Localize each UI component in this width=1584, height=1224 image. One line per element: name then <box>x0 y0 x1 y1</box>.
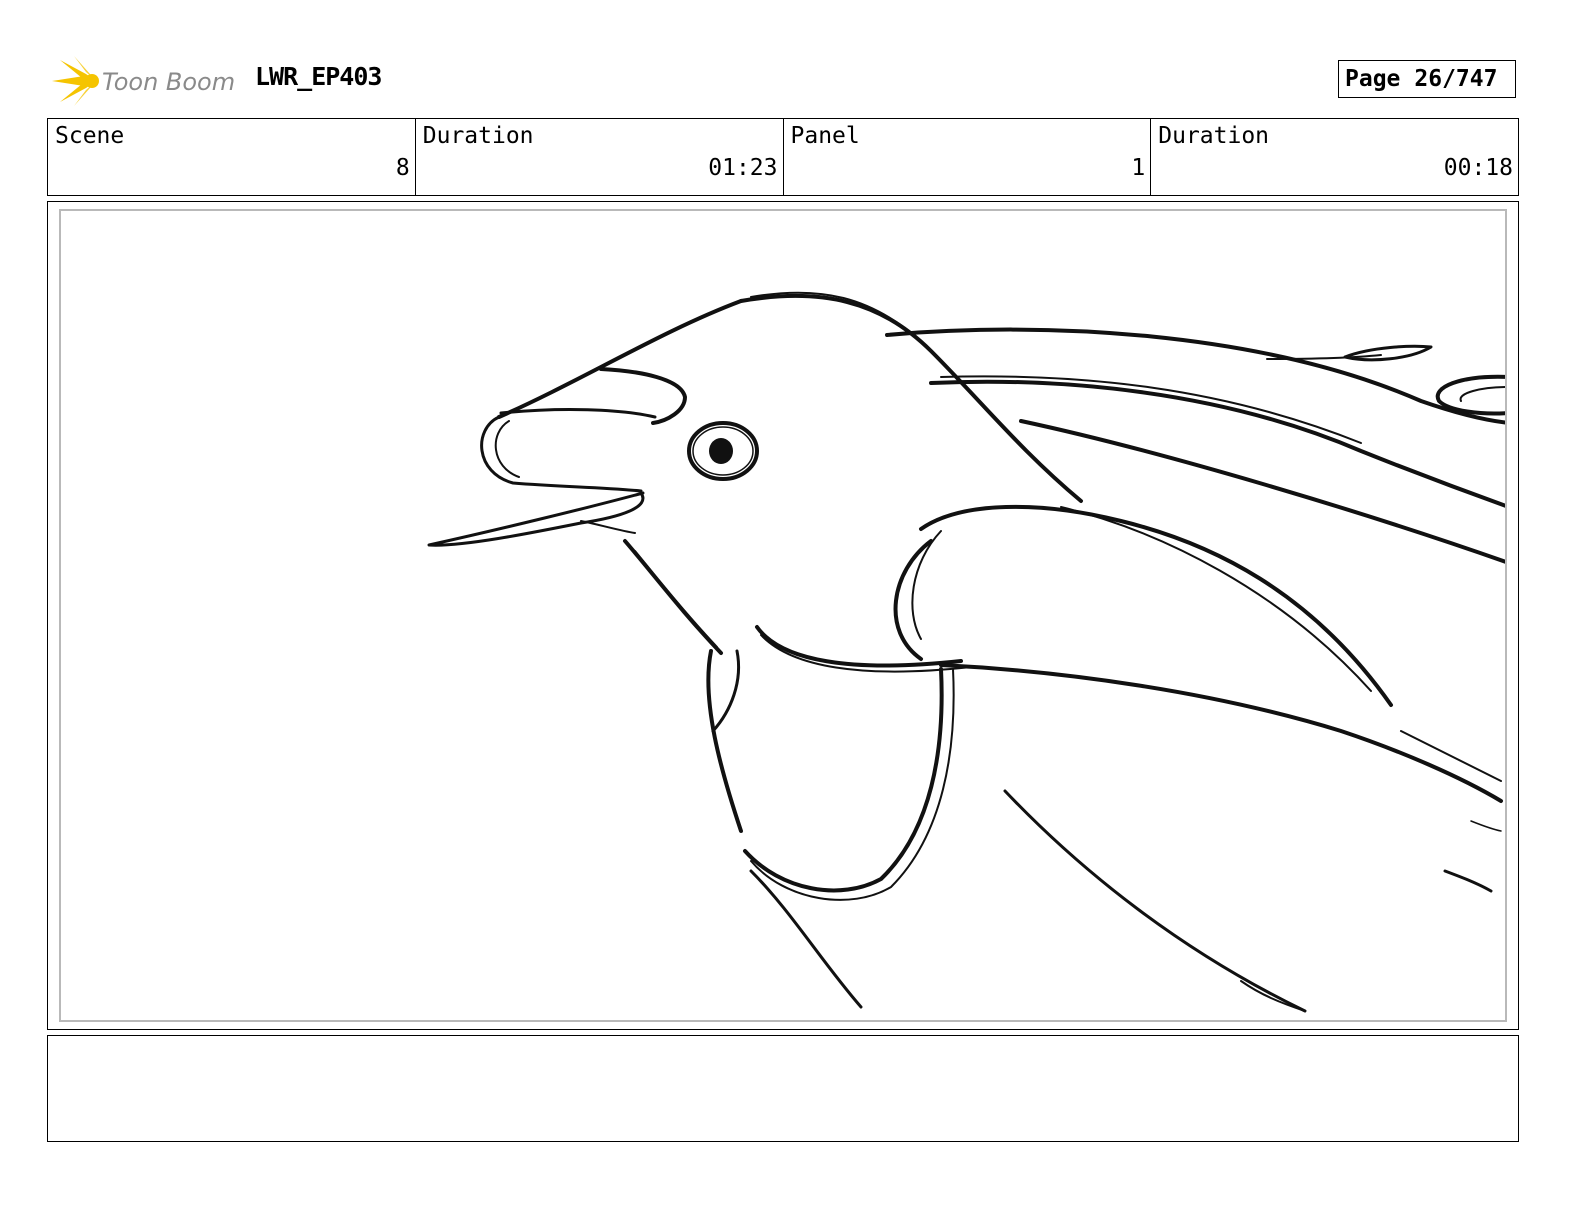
scene-label: Scene <box>55 123 125 149</box>
scene-duration-label: Duration <box>422 123 534 149</box>
scene-duration-value: 01:23 <box>708 155 778 181</box>
page-label: Page <box>1345 66 1401 92</box>
notes-box <box>47 1035 1519 1142</box>
toon-boom-logo: Toon Boom <box>50 54 240 108</box>
logo-text: Toon Boom <box>102 68 235 96</box>
panel-drawing-area <box>59 209 1507 1022</box>
scene-value: 8 <box>395 155 410 181</box>
panel-cell: Panel 1 <box>784 119 1152 195</box>
panel-label: Panel <box>790 123 860 149</box>
panel-frame <box>47 201 1519 1030</box>
scene-cell: Scene 8 <box>48 119 416 195</box>
scene-duration-cell: Duration 01:23 <box>416 119 784 195</box>
logo-burst-icon <box>52 56 99 106</box>
project-title: LWR_EP403 <box>255 62 382 91</box>
bird-sketch <box>427 291 1505 1013</box>
panel-duration-cell: Duration 00:18 <box>1151 119 1518 195</box>
panel-value: 1 <box>1131 155 1146 181</box>
info-row: Scene 8 Duration 01:23 Panel 1 Duration … <box>47 118 1519 196</box>
page-value: 26/747 <box>1414 66 1498 92</box>
page-counter: Page 26/747 <box>1338 60 1516 98</box>
panel-duration-value: 00:18 <box>1443 155 1513 181</box>
panel-duration-label: Duration <box>1158 123 1270 149</box>
